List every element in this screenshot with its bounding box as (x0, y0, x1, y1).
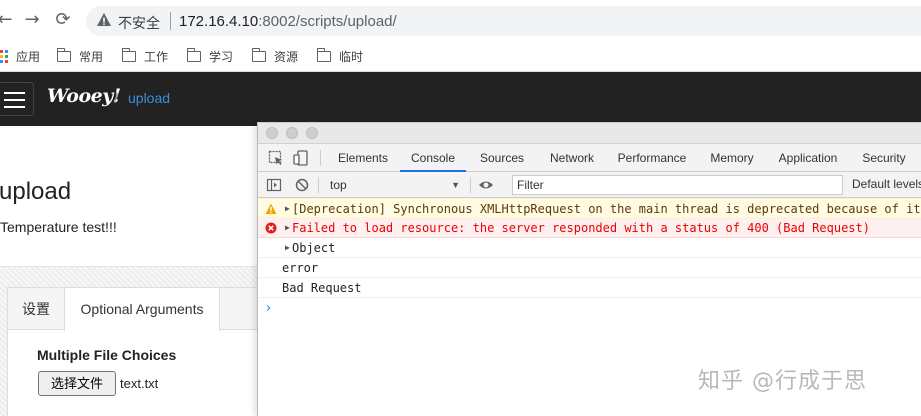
forward-arrow-icon[interactable]: → (21, 9, 43, 31)
sidebar-toggle-icon[interactable] (266, 177, 282, 193)
choose-file-button[interactable]: 选择文件 (38, 371, 116, 396)
tab-settings[interactable]: 设置 (8, 288, 64, 330)
tab-optional-arguments[interactable]: Optional Arguments (64, 288, 220, 331)
brand-logo[interactable]: Wooey! (47, 85, 121, 107)
toolbar-divider (470, 177, 471, 193)
device-toolbar-icon[interactable] (293, 150, 309, 166)
zoom-window-button[interactable] (306, 127, 318, 139)
bookmark-label: 学习 (209, 49, 234, 64)
hamburger-line (4, 99, 25, 101)
tab-sources[interactable]: Sources (470, 144, 534, 172)
url-host: 172.16.4.10 (179, 13, 259, 30)
browser-toolbar: ← → ⟳ 不安全 172.16.4.10:8002/scripts/uploa… (0, 0, 921, 40)
bookmark-label: 临时 (339, 49, 364, 64)
inspect-element-icon[interactable] (268, 150, 284, 166)
close-window-button[interactable] (266, 127, 278, 139)
folder-icon (121, 47, 136, 62)
message-text: [Deprecation] Synchronous XMLHttpRequest… (292, 202, 921, 216)
app-navbar: Wooey! / upload (0, 72, 921, 126)
bookmark-folder-changyong[interactable]: 常用 (56, 47, 104, 65)
hamburger-line (4, 92, 25, 94)
folder-icon (251, 47, 266, 62)
log-levels-dropdown[interactable]: Default levels (852, 177, 921, 191)
page-title: upload (0, 178, 72, 205)
expand-arrow-icon[interactable]: ▶ (285, 218, 290, 237)
security-status-label[interactable]: 不安全 (118, 13, 160, 33)
tab-elements[interactable]: Elements (330, 144, 396, 172)
reload-icon[interactable]: ⟳ (52, 9, 74, 31)
bookmark-label: 应用 (16, 49, 41, 64)
address-separator (170, 12, 171, 30)
error-icon (265, 222, 277, 234)
selected-file-name: text.txt (120, 376, 159, 391)
console-prompt-chevron-icon[interactable]: › (266, 301, 271, 316)
warning-triangle-icon[interactable] (96, 12, 112, 28)
watermark-text: 知乎 @行成于思 (698, 369, 867, 394)
form-tabs: 设置 Optional Arguments (8, 288, 259, 331)
minimize-window-button[interactable] (286, 127, 298, 139)
url-path: :8002/scripts/upload/ (258, 13, 397, 30)
folder-icon (316, 47, 331, 62)
message-text: Bad Request (282, 281, 362, 295)
clear-console-icon[interactable] (294, 177, 310, 193)
console-warning-message[interactable]: ▶ [Deprecation] Synchronous XMLHttpReque… (258, 198, 921, 218)
message-text: error (282, 261, 319, 275)
devtools-titlebar (258, 123, 921, 144)
back-arrow-icon[interactable]: ← (0, 9, 16, 31)
folder-icon (186, 47, 201, 62)
bookmark-folder-linshi[interactable]: 临时 (316, 47, 364, 65)
devtools-tab-bar: Elements Console Sources Network Perform… (258, 144, 921, 172)
tab-console[interactable]: Console (400, 144, 466, 172)
page-description: Temperature test!!! (0, 219, 117, 235)
tab-application[interactable]: Application (770, 144, 846, 172)
bookmark-folder-ziyuan[interactable]: 资源 (251, 47, 299, 65)
tab-memory[interactable]: Memory (702, 144, 762, 172)
breadcrumb-separator: / (114, 90, 118, 106)
console-error-message[interactable]: ▶ Failed to load resource: the server re… (258, 218, 921, 238)
tab-network[interactable]: Network (540, 144, 604, 172)
url-text[interactable]: 172.16.4.10:8002/scripts/upload/ (179, 13, 397, 30)
warning-icon (265, 203, 277, 214)
bookmark-label: 资源 (274, 49, 299, 64)
console-filter-input[interactable]: Filter (512, 175, 843, 195)
expand-arrow-icon[interactable]: ▶ (285, 199, 290, 217)
toolbar-divider (320, 150, 321, 166)
tab-performance[interactable]: Performance (610, 144, 694, 172)
hamburger-line (4, 106, 25, 108)
message-text: Failed to load resource: the server resp… (292, 221, 870, 235)
field-label: Multiple File Choices (37, 347, 177, 363)
console-log-object[interactable]: ▶ Object (258, 238, 921, 258)
bookmark-folder-gongzuo[interactable]: 工作 (121, 47, 169, 65)
console-toolbar: top ▼ Filter Default levels (258, 172, 921, 198)
context-value: top (330, 178, 347, 192)
context-selector[interactable]: top ▼ (324, 175, 464, 195)
apps-grid-icon (0, 49, 8, 63)
bookmark-apps[interactable]: 应用 (0, 47, 40, 65)
bookmark-label: 工作 (144, 49, 169, 64)
tab-security[interactable]: Security (854, 144, 914, 172)
live-expression-eye-icon[interactable] (478, 177, 494, 193)
console-log-message: Bad Request (258, 278, 921, 298)
bookmarks-bar: 应用 常用 工作 学习 资源 临时 (0, 40, 921, 72)
menu-toggle-button[interactable] (0, 82, 34, 116)
breadcrumb-current[interactable]: upload (128, 90, 170, 106)
address-bar[interactable]: 不安全 172.16.4.10:8002/scripts/upload/ (86, 6, 921, 36)
bookmark-folder-xuexi[interactable]: 学习 (186, 47, 234, 65)
message-text: Object (292, 241, 336, 255)
toolbar-divider (318, 177, 319, 193)
expand-arrow-icon[interactable]: ▶ (285, 238, 290, 257)
bookmark-label: 常用 (79, 49, 104, 64)
caret-down-icon: ▼ (451, 180, 460, 190)
folder-icon (56, 47, 71, 62)
form-panel: 设置 Optional Arguments Multiple File Choi… (7, 287, 260, 416)
console-log-message: error (258, 258, 921, 278)
